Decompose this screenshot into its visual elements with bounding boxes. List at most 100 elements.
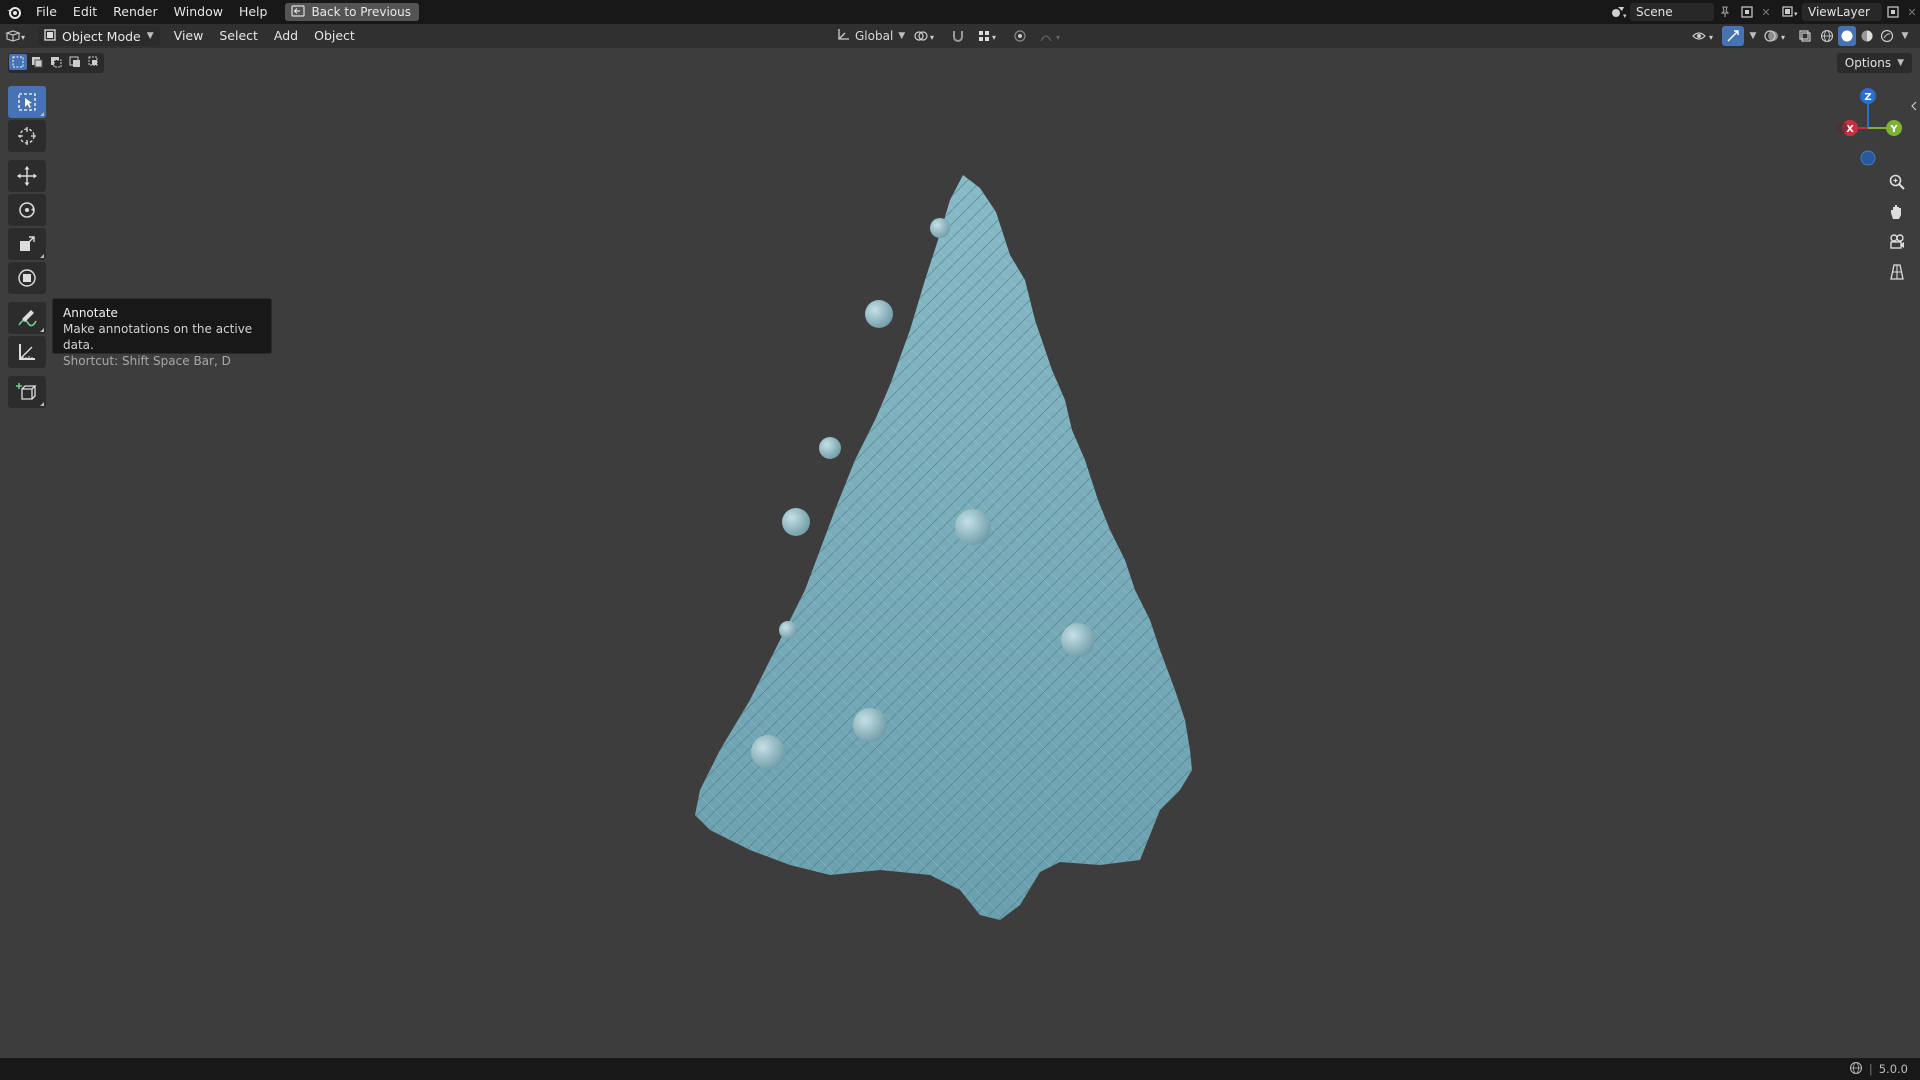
snap-increment-icon[interactable]: ▾	[975, 26, 1003, 46]
header-menu-add[interactable]: Add	[266, 24, 306, 48]
object-mode-dropdown[interactable]: Object Mode ▼	[38, 26, 160, 46]
perspective-grid-icon[interactable]	[1880, 258, 1914, 286]
status-bar: | 5.0.0	[0, 1058, 1920, 1080]
ornament-ball	[1061, 623, 1095, 657]
menu-file[interactable]: File	[28, 0, 65, 24]
delete-viewlayer-icon[interactable]: ✕	[1904, 2, 1920, 22]
tooltip-title: Annotate	[63, 306, 118, 320]
move-tool[interactable]	[8, 160, 46, 192]
svg-text:Z: Z	[1864, 92, 1871, 103]
select-invert-icon[interactable]	[66, 54, 84, 70]
right-header-controls: ▾ ▼ ▾ ▼	[1690, 26, 1912, 46]
svg-text:▾: ▾	[1781, 33, 1785, 42]
material-preview-icon[interactable]	[1858, 26, 1876, 46]
transform-tool[interactable]	[8, 262, 46, 294]
options-dropdown[interactable]: Options ▼	[1836, 53, 1912, 73]
svg-text:▾: ▾	[1623, 12, 1627, 19]
solid-shading-icon[interactable]	[1838, 26, 1856, 46]
new-scene-icon[interactable]	[1736, 2, 1758, 22]
menu-help[interactable]: Help	[231, 0, 276, 24]
chevron-down-icon[interactable]: ▼	[1898, 26, 1912, 46]
center-header-controls: Global ▼ ▾ ▾ ▾	[836, 26, 1067, 46]
viewlayer-type-icon[interactable]: ▾	[1780, 2, 1802, 22]
select-new-icon[interactable]	[9, 54, 27, 70]
viewlayer-name-field[interactable]: ViewLayer	[1802, 3, 1882, 21]
pin-icon[interactable]	[1714, 2, 1736, 22]
annotate-tool[interactable]	[8, 302, 46, 334]
options-label: Options	[1844, 56, 1892, 70]
camera-view-icon[interactable]	[1880, 228, 1914, 256]
zoom-icon[interactable]	[1880, 168, 1914, 196]
tool-shelf	[8, 86, 46, 410]
menu-edit[interactable]: Edit	[65, 0, 105, 24]
scale-icon	[20, 236, 35, 251]
select-box-icon	[18, 93, 36, 111]
blender-logo-icon[interactable]	[0, 0, 28, 24]
navigation-gizmo[interactable]: X Y Z	[1828, 82, 1920, 172]
negative-z-handle[interactable]	[1860, 150, 1876, 166]
select-intersect-icon[interactable]	[85, 54, 103, 70]
cursor-tool[interactable]	[8, 120, 46, 152]
overlays-icon[interactable]: ▾	[1762, 26, 1792, 46]
header-menu-view[interactable]: View	[166, 24, 212, 48]
pan-hand-icon[interactable]	[1880, 198, 1914, 226]
select-extend-icon[interactable]	[28, 54, 46, 70]
top-menubar: File Edit Render Window Help Back to Pre…	[0, 0, 1920, 24]
orientation-axes-icon	[836, 28, 850, 45]
negative-x-handle[interactable]	[1836, 122, 1848, 134]
header-menu-object[interactable]: Object	[306, 24, 363, 48]
menu-render[interactable]: Render	[105, 0, 166, 24]
viewlayer-name-label: ViewLayer	[1808, 5, 1870, 19]
scene-type-icon[interactable]: ▾	[1608, 2, 1630, 22]
xray-toggle-icon[interactable]	[1794, 26, 1816, 46]
wireframe-shading-icon[interactable]	[1818, 26, 1836, 46]
tool-expand-corner	[40, 402, 44, 406]
chevron-down-icon: ▼	[898, 31, 906, 41]
ornament-ball	[930, 218, 950, 238]
selection-mode-buttons	[8, 53, 104, 73]
back-to-previous-button[interactable]: Back to Previous	[285, 3, 419, 21]
falloff-curve-icon[interactable]: ▾	[1037, 26, 1067, 46]
add-cube-tool[interactable]	[8, 376, 46, 408]
add-cube-icon	[16, 383, 37, 400]
svg-text:▾: ▾	[930, 33, 934, 42]
workspace-selectors: ▾ Scene ✕ ▾ ViewLayer ✕	[1608, 0, 1920, 24]
delete-scene-icon[interactable]: ✕	[1758, 2, 1774, 22]
new-viewlayer-icon[interactable]	[1882, 2, 1904, 22]
scene-name-label: Scene	[1636, 5, 1673, 19]
tooltip-description: Make annotations on the active data.	[63, 322, 253, 352]
back-arrow-icon	[291, 4, 306, 20]
transform-orientation-dropdown[interactable]: Global ▼	[836, 28, 905, 45]
status-separator: |	[1868, 1062, 1873, 1076]
editor-type-icon[interactable]: ▾	[0, 26, 34, 46]
svg-text:▾: ▾	[21, 33, 25, 42]
pivot-point-icon[interactable]: ▾	[911, 26, 941, 46]
svg-text:▾: ▾	[992, 33, 996, 42]
back-to-previous-label: Back to Previous	[311, 5, 411, 19]
ornament-ball	[751, 735, 785, 769]
viewport-header: ▾ Object Mode ▼ View Select Add Object G…	[0, 24, 1920, 48]
show-gizmo-icon[interactable]	[1722, 26, 1744, 46]
object-mode-icon	[44, 28, 56, 44]
christmas-tree-model[interactable]	[680, 160, 1240, 930]
ornament-ball	[779, 621, 797, 639]
chevron-down-icon: ▼	[1897, 58, 1904, 68]
visibility-eye-icon[interactable]: ▾	[1690, 26, 1720, 46]
rotate-tool[interactable]	[8, 194, 46, 226]
proportional-editing-icon[interactable]	[1009, 26, 1031, 46]
select-subtract-icon[interactable]	[47, 54, 65, 70]
move-arrows-icon	[17, 166, 37, 186]
ornament-ball	[955, 509, 991, 545]
header-menu-select[interactable]: Select	[211, 24, 266, 48]
snap-magnet-icon[interactable]	[947, 26, 969, 46]
select-box-tool[interactable]	[8, 86, 46, 118]
measure-tool[interactable]	[8, 336, 46, 368]
chevron-down-icon[interactable]: ▼	[1746, 26, 1760, 46]
scale-tool[interactable]	[8, 228, 46, 260]
rotate-icon	[19, 202, 35, 218]
transform-orientation-label: Global	[855, 29, 894, 43]
rendered-shading-icon[interactable]	[1878, 26, 1896, 46]
sidebar-toggle-arrow-icon[interactable]	[1911, 101, 1917, 111]
scene-name-field[interactable]: Scene	[1630, 3, 1714, 21]
menu-window[interactable]: Window	[166, 0, 231, 24]
